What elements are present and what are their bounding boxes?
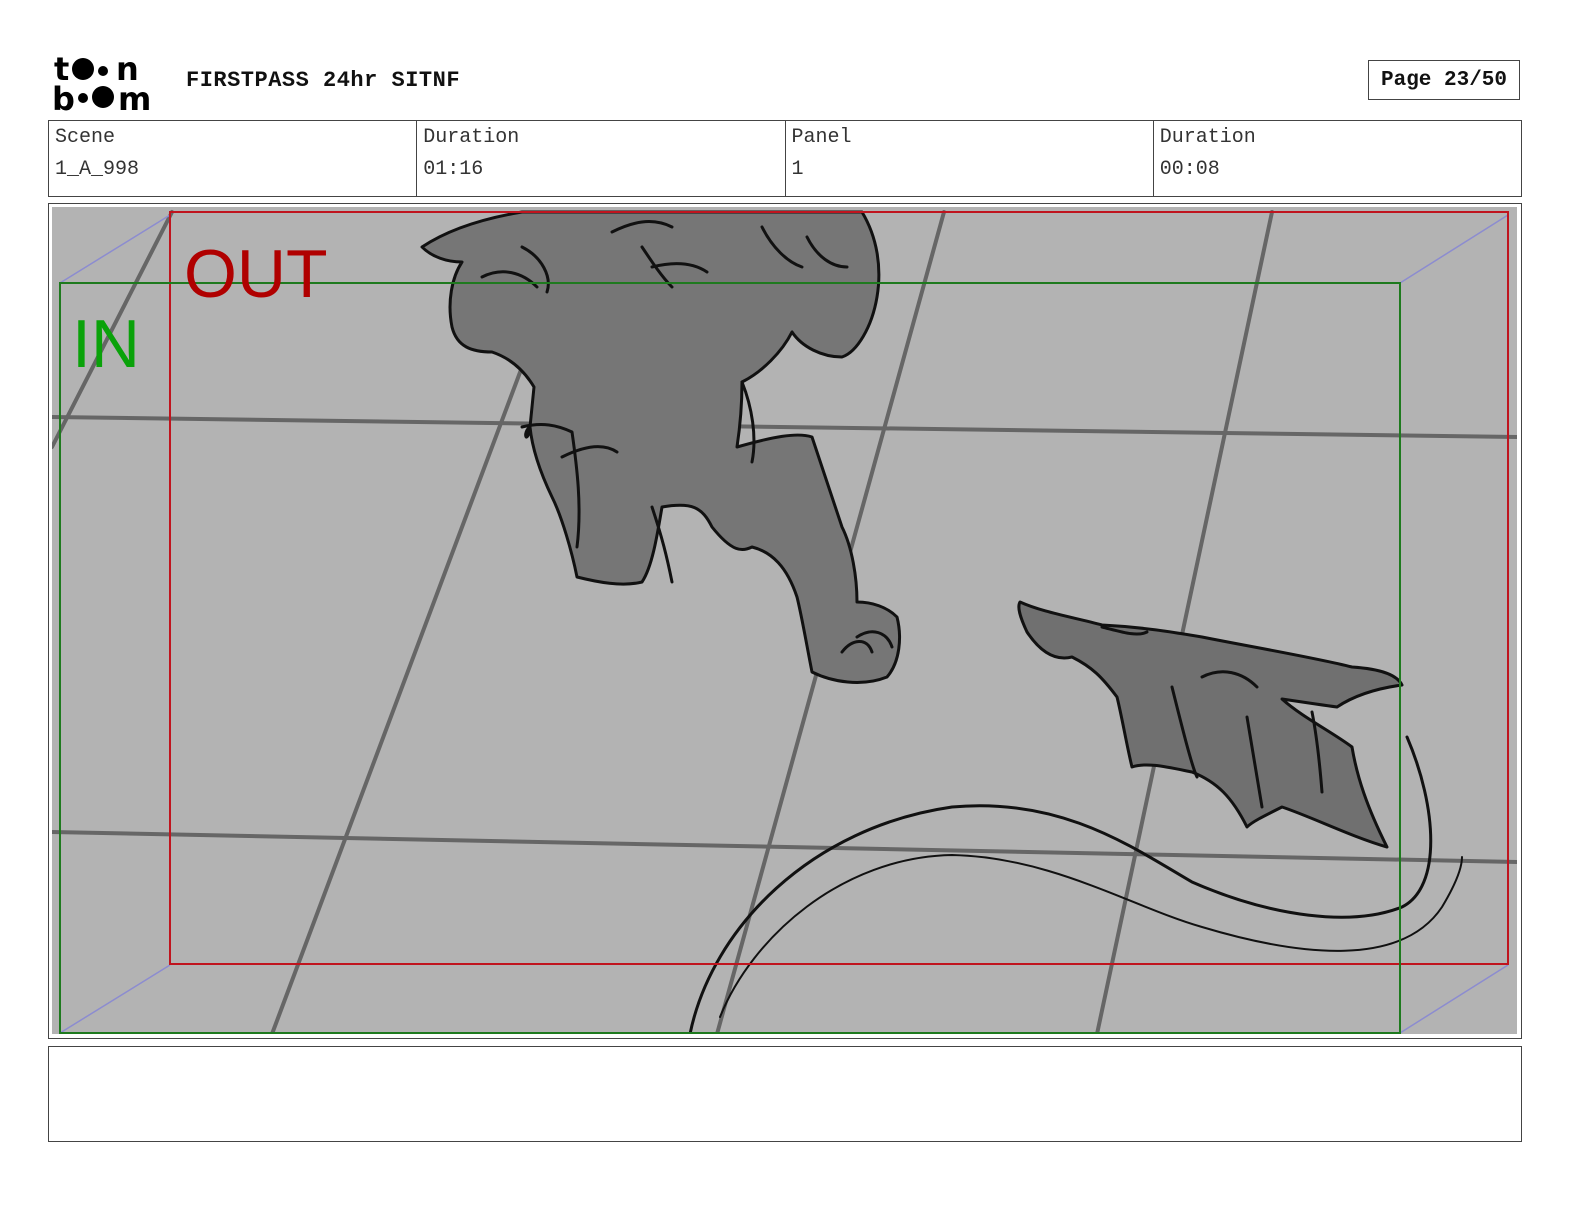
scene-info-table: Scene 1_A_998 Duration 01:16 Panel 1 Dur… bbox=[48, 120, 1522, 197]
panel-drawing: OUT IN bbox=[52, 207, 1517, 1034]
document-title: FIRSTPASS 24hr SITNF bbox=[186, 68, 461, 93]
scene-label: Scene bbox=[55, 126, 116, 149]
panel-duration-value: 00:08 bbox=[1159, 158, 1220, 181]
scene-cell: Scene 1_A_998 bbox=[49, 121, 418, 196]
in-label: IN bbox=[72, 306, 140, 382]
out-label: OUT bbox=[184, 236, 328, 312]
page-number: Page 23/50 bbox=[1368, 60, 1520, 100]
panel-cell: Panel 1 bbox=[786, 121, 1154, 196]
panel-label: Panel bbox=[791, 126, 852, 149]
scene-duration-value: 01:16 bbox=[423, 158, 484, 181]
notes-box[interactable] bbox=[48, 1046, 1522, 1142]
svg-text:m: m bbox=[118, 80, 151, 112]
storyboard-panel: OUT IN bbox=[48, 203, 1522, 1039]
svg-text:b: b bbox=[52, 80, 75, 112]
panel-duration-label: Duration bbox=[1159, 126, 1256, 149]
scene-value: 1_A_998 bbox=[55, 158, 140, 181]
panel-duration-cell: Duration 00:08 bbox=[1154, 121, 1521, 196]
panel-value: 1 bbox=[791, 158, 804, 181]
scene-duration-cell: Duration 01:16 bbox=[417, 121, 786, 196]
toon-boom-logo: t n b m bbox=[52, 52, 151, 112]
scene-duration-label: Duration bbox=[423, 126, 520, 149]
